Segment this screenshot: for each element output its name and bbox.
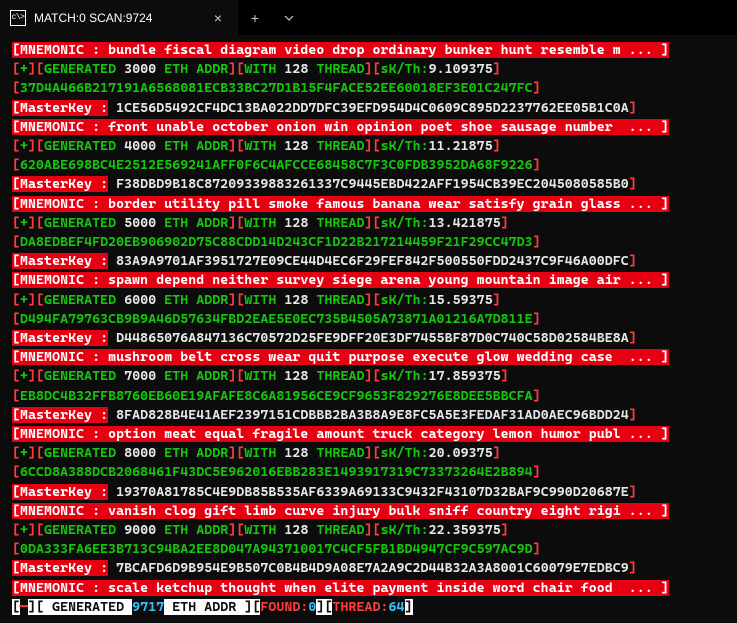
output-line: [MNEMONIC : spawn depend neither survey …	[4, 271, 733, 290]
output-line: [MasterKey : 8FAD828B4E41AEF2397151CDBBB…	[4, 406, 733, 425]
output-line: [MNEMONIC : vanish clog gift limb curve …	[4, 502, 733, 521]
close-tab-button[interactable]: ×	[210, 10, 226, 26]
output-line: [MasterKey : 1CE56D5492CF4DC13BA022DD7DF…	[4, 99, 733, 118]
output-line: [MasterKey : F38DBD9B18C8720933988326133…	[4, 175, 733, 194]
output-line: [EB8DC4B32FFB8760EB60E19AFAFE8C6A81956CE…	[4, 387, 733, 406]
chevron-down-icon	[284, 13, 294, 23]
output-line: [DA8EDBEF4FD20EB906902D75C88CDD14D243CF1…	[4, 233, 733, 252]
output-line: [+][GENERATED 6000 ETH ADDR][WITH 128 TH…	[4, 291, 733, 310]
output-line: [MNEMONIC : option meat equal fragile am…	[4, 425, 733, 444]
output-line: [+][GENERATED 8000 ETH ADDR][WITH 128 TH…	[4, 444, 733, 463]
output-line: [MNEMONIC : border utility pill smoke fa…	[4, 195, 733, 214]
output-line: [MasterKey : 19370A81785C4E9DB85B535AF63…	[4, 483, 733, 502]
output-line: [+][GENERATED 4000 ETH ADDR][WITH 128 TH…	[4, 137, 733, 156]
output-line: [+][GENERATED 3000 ETH ADDR][WITH 128 TH…	[4, 60, 733, 79]
output-line: [0DA333FA6EE3B713C94BA2EE8D047A943710017…	[4, 540, 733, 559]
output-line: [─][ GENERATED 9717 ETH ADDR ][FOUND:0][…	[4, 598, 733, 617]
output-line: [37D4A466B217191A6568081ECB33BC27D1B15F4…	[4, 79, 733, 98]
output-line: [6CCD8A388DCB2068461F43DC5E962016EBB283E…	[4, 463, 733, 482]
output-line: [MNEMONIC : bundle fiscal diagram video …	[4, 41, 733, 60]
titlebar: c\> MATCH:0 SCAN:9724 × +	[0, 0, 737, 35]
output-line: [MasterKey : 83A9A9701AF3951727E09CE44D4…	[4, 252, 733, 271]
output-line: [MasterKey : 7BCAFD6D9B954E9B507C0B4B4D9…	[4, 559, 733, 578]
terminal-output[interactable]: [MNEMONIC : bundle fiscal diagram video …	[0, 35, 737, 623]
output-line: [+][GENERATED 5000 ETH ADDR][WITH 128 TH…	[4, 214, 733, 233]
tab-dropdown-button[interactable]	[272, 0, 306, 35]
output-line: [+][GENERATED 7000 ETH ADDR][WITH 128 TH…	[4, 367, 733, 386]
output-line: [MNEMONIC : scale ketchup thought when e…	[4, 579, 733, 598]
tab-title: MATCH:0 SCAN:9724	[34, 11, 202, 25]
new-tab-button[interactable]: +	[238, 0, 272, 35]
output-line: [D494FA79763CB9B9A46D57634FBD2EAE5E0EC73…	[4, 310, 733, 329]
cmd-icon: c\>	[10, 10, 26, 26]
output-line: [MNEMONIC : front unable october onion w…	[4, 118, 733, 137]
output-line: [620ABE698BC4E2512E569241AFF0F6C4AFCCE68…	[4, 156, 733, 175]
output-line: [MNEMONIC : mushroom belt cross wear qui…	[4, 348, 733, 367]
output-line: [MasterKey : D44865076A847136C70572D25FE…	[4, 329, 733, 348]
active-tab[interactable]: c\> MATCH:0 SCAN:9724 ×	[0, 0, 238, 35]
output-line: [+][GENERATED 9000 ETH ADDR][WITH 128 TH…	[4, 521, 733, 540]
